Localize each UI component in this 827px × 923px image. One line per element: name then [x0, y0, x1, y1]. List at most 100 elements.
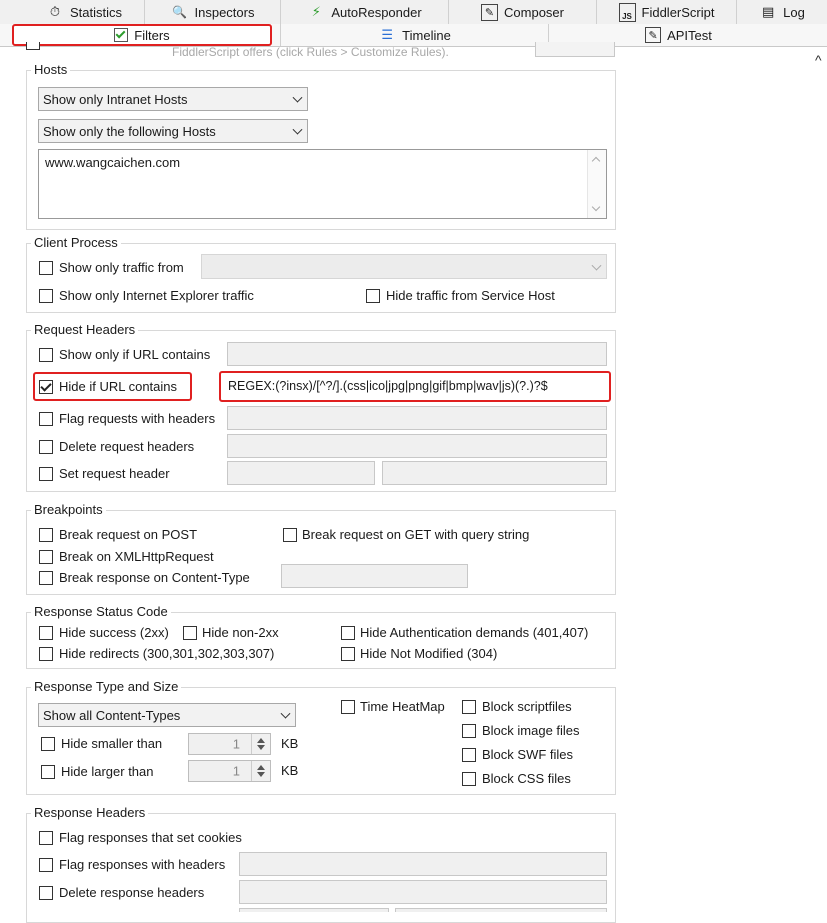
tab-fiddlerscript[interactable]: JS FiddlerScript: [596, 0, 736, 24]
set-request-label: Set request header: [59, 466, 170, 481]
block-script-checkbox[interactable]: [462, 700, 476, 714]
process-select[interactable]: [201, 254, 607, 279]
hide-auth-checkbox[interactable]: [341, 626, 355, 640]
break-xhr-label: Break on XMLHttpRequest: [59, 549, 214, 564]
stepper-buttons[interactable]: [251, 761, 270, 781]
break-post-checkbox[interactable]: [39, 528, 53, 542]
delete-headers-label: Delete response headers: [59, 885, 205, 900]
select-value: Show only Intranet Hosts: [43, 91, 188, 107]
block-css-label: Block CSS files: [482, 771, 571, 786]
hide-larger-checkbox[interactable]: [41, 765, 55, 779]
stepper-up-icon[interactable]: [257, 738, 265, 743]
block-swf-checkbox[interactable]: [462, 748, 476, 762]
scroll-down-icon[interactable]: [591, 202, 601, 212]
composer-icon: ✎: [481, 3, 499, 21]
stepper-down-icon[interactable]: [257, 745, 265, 750]
chevron-down-icon: [292, 124, 303, 135]
hosts-text: www.wangcaichen.com: [45, 155, 181, 170]
break-response-input[interactable]: [281, 564, 468, 588]
tab-label: Log: [783, 4, 805, 20]
flag-cookies-label: Flag responses that set cookies: [59, 830, 242, 845]
break-get-checkbox[interactable]: [283, 528, 297, 542]
partial-checkbox[interactable]: [26, 42, 40, 50]
hide-non2xx-label: Hide non-2xx: [202, 625, 279, 640]
flag-headers-input[interactable]: [239, 852, 607, 876]
show-if-url-checkbox[interactable]: [39, 348, 53, 362]
stepper-buttons[interactable]: [251, 734, 270, 754]
flag-headers-checkbox[interactable]: [39, 858, 53, 872]
tab-label: Timeline: [402, 27, 451, 43]
lightning-icon: ⚡: [311, 4, 321, 19]
set-request-name-input[interactable]: [227, 461, 375, 485]
inspector-icon: 🔍: [172, 5, 187, 19]
tab-label: AutoResponder: [331, 4, 422, 20]
script-icon: JS: [618, 2, 636, 22]
hide-redirects-checkbox[interactable]: [39, 647, 53, 661]
hide-smaller-checkbox[interactable]: [41, 737, 55, 751]
request-headers-legend: Request Headers: [31, 322, 139, 337]
log-icon: ▤: [761, 4, 775, 19]
stopwatch-icon: ⏱: [49, 4, 61, 19]
filters-tab-highlight: [12, 24, 272, 46]
hide-smaller-stepper[interactable]: 1: [188, 733, 271, 755]
delete-headers-input[interactable]: [239, 880, 607, 904]
tab-timeline[interactable]: ☰ Timeline: [280, 24, 548, 46]
scroll-up-arrow[interactable]: ^: [815, 52, 822, 68]
block-image-checkbox[interactable]: [462, 724, 476, 738]
set-response-value-input[interactable]: [395, 908, 607, 912]
content-type-select[interactable]: Show all Content-Types: [38, 703, 296, 727]
tab-statistics[interactable]: ⏱ Statistics: [24, 0, 144, 24]
hide-not-modified-checkbox[interactable]: [341, 647, 355, 661]
tab-autoresponder[interactable]: ⚡ AutoResponder: [280, 0, 448, 24]
hide-larger-stepper[interactable]: 1: [188, 760, 271, 782]
partial-button[interactable]: [535, 42, 615, 57]
type-size-legend: Response Type and Size: [31, 679, 182, 694]
hide-larger-label: Hide larger than: [61, 764, 154, 779]
stepper-up-icon[interactable]: [257, 765, 265, 770]
show-traffic-from-checkbox[interactable]: [39, 261, 53, 275]
textarea-scrollbar[interactable]: [587, 150, 606, 218]
hide-service-host-checkbox[interactable]: [366, 289, 380, 303]
hide-success-checkbox[interactable]: [39, 626, 53, 640]
flag-requests-checkbox[interactable]: [39, 412, 53, 426]
larger-unit-label: KB: [281, 763, 299, 778]
set-request-checkbox[interactable]: [39, 467, 53, 481]
client-process-legend: Client Process: [31, 235, 121, 250]
tab-log[interactable]: ▤ Log: [736, 0, 827, 24]
set-response-name-input[interactable]: [239, 908, 389, 912]
show-if-url-input[interactable]: [227, 342, 607, 366]
hosts-textarea[interactable]: www.wangcaichen.com: [38, 149, 607, 219]
scroll-up-icon[interactable]: [591, 156, 601, 166]
hide-if-url-value-highlight: [219, 371, 611, 402]
flag-headers-label: Flag responses with headers: [59, 857, 226, 872]
hosts-legend: Hosts: [31, 62, 71, 77]
show-traffic-from-label: Show only traffic from: [59, 260, 184, 275]
flag-cookies-checkbox[interactable]: [39, 831, 53, 845]
stepper-value: 1: [232, 736, 240, 752]
tab-composer[interactable]: ✎ Composer: [448, 0, 596, 24]
hide-non2xx-checkbox[interactable]: [183, 626, 197, 640]
block-css-checkbox[interactable]: [462, 772, 476, 786]
break-response-checkbox[interactable]: [39, 571, 53, 585]
tab-label: Statistics: [69, 4, 122, 20]
show-ie-checkbox[interactable]: [39, 289, 53, 303]
hide-success-label: Hide success (2xx): [59, 625, 169, 640]
following-hosts-select[interactable]: Show only the following Hosts: [38, 119, 308, 143]
break-xhr-checkbox[interactable]: [39, 550, 53, 564]
flag-requests-input[interactable]: [227, 406, 607, 430]
set-request-value-input[interactable]: [382, 461, 607, 485]
delete-headers-checkbox[interactable]: [39, 886, 53, 900]
stepper-down-icon[interactable]: [257, 772, 265, 777]
status-code-legend: Response Status Code: [31, 604, 171, 619]
chevron-down-icon: [280, 708, 291, 719]
tab-label: Composer: [504, 4, 564, 20]
tab-label: FiddlerScript: [641, 4, 715, 20]
delete-request-input[interactable]: [227, 434, 607, 458]
stepper-value: 1: [232, 763, 240, 779]
chevron-down-icon: [292, 92, 303, 103]
delete-request-checkbox[interactable]: [39, 440, 53, 454]
chevron-down-icon: [591, 260, 602, 271]
tab-inspectors[interactable]: 🔍 Inspectors: [144, 0, 280, 24]
intranet-hosts-select[interactable]: Show only Intranet Hosts: [38, 87, 308, 111]
time-heatmap-checkbox[interactable]: [341, 700, 355, 714]
